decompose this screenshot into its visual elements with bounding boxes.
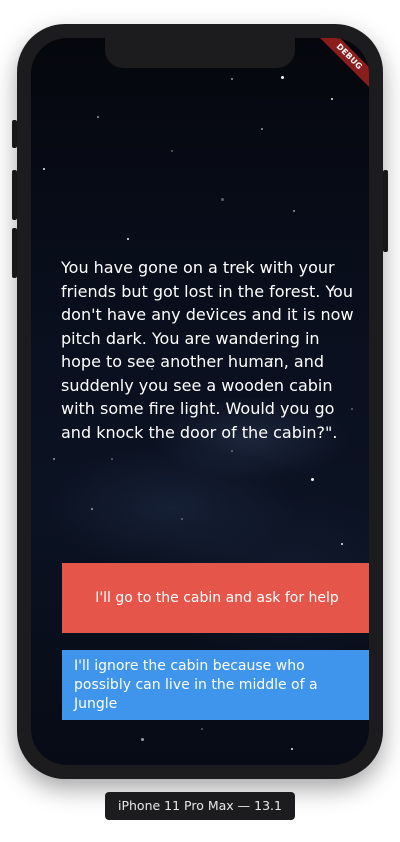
star [281, 76, 284, 79]
choice1-label: I'll go to the cabin and ask for help [95, 589, 339, 606]
phone-frame: DEBUG You have gone on a trek with your … [17, 24, 383, 779]
choice2-button[interactable]: I'll ignore the cabin because who possib… [62, 650, 369, 720]
star [53, 458, 55, 460]
star [231, 450, 233, 452]
star [171, 150, 173, 152]
star [341, 543, 343, 545]
star [127, 238, 129, 240]
star [221, 198, 224, 201]
star [293, 210, 295, 212]
simulator-stage: DEBUG You have gone on a trek with your … [0, 0, 400, 842]
app-screen: DEBUG You have gone on a trek with your … [31, 38, 369, 765]
star [97, 116, 99, 118]
star [231, 78, 233, 80]
star [201, 728, 203, 730]
device-label: iPhone 11 Pro Max — 13.1 [105, 792, 295, 820]
phone-power-button [383, 170, 388, 252]
star [261, 128, 263, 130]
story-text: You have gone on a trek with your friend… [61, 258, 354, 442]
choice1-button[interactable]: I'll go to the cabin and ask for help [62, 563, 369, 633]
star [91, 508, 93, 510]
star [43, 168, 45, 170]
star [291, 748, 293, 750]
choice2-label: I'll ignore the cabin because who possib… [74, 657, 318, 712]
star [181, 518, 183, 520]
phone-notch [105, 38, 295, 68]
debug-banner: DEBUG [314, 38, 369, 92]
star [331, 98, 333, 100]
star [111, 458, 113, 460]
star [141, 738, 144, 741]
star [311, 478, 314, 481]
